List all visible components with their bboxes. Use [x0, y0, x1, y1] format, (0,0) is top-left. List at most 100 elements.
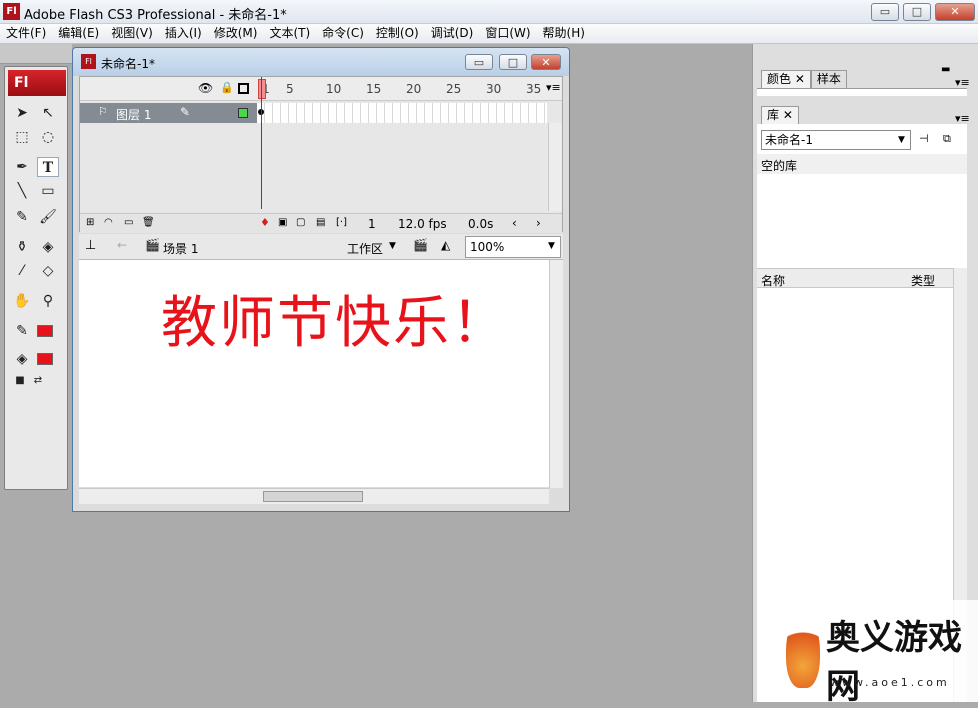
library-menu-icon[interactable]: ▾≡ — [955, 112, 970, 125]
document-titlebar: Fl 未命名-1* ▭ □ ✕ — [73, 48, 569, 76]
line-tool-icon[interactable]: ╲ — [11, 181, 33, 201]
zoom-chevron-icon: ▼ — [548, 241, 555, 251]
document-icon: Fl — [81, 54, 96, 69]
scene-icon: 🎬 — [145, 238, 160, 252]
new-library-panel-icon[interactable]: ⧉ — [943, 132, 951, 146]
menu-window[interactable]: 窗口(W) — [479, 24, 536, 43]
stroke-color-swatch[interactable] — [37, 325, 53, 337]
column-type[interactable]: 类型 — [911, 272, 935, 289]
color-tabs: 颜色 ✕ 样本 — [761, 70, 847, 88]
panel-menu-icon[interactable]: ▾≡ — [955, 76, 970, 89]
zoom-select[interactable]: 100% ▼ — [465, 236, 561, 258]
swap-colors-icon[interactable]: ⇄ — [27, 371, 49, 391]
menu-text[interactable]: 文本(T) — [263, 24, 316, 43]
fill-color-swatch[interactable] — [37, 353, 53, 365]
frame-number: 20 — [406, 82, 422, 96]
timeline-toggle-icon[interactable]: ⊥ — [85, 238, 96, 253]
hscroll-thumb[interactable] — [263, 491, 363, 502]
text-tool-icon[interactable]: T — [37, 157, 59, 177]
stage[interactable]: 教师节快乐！ — [79, 260, 549, 487]
tab-swatches[interactable]: 样本 — [810, 70, 847, 88]
layer-row[interactable]: ⚐ 图层 1 ✎ — [80, 103, 548, 123]
onion-outline-icon[interactable]: ▢ — [296, 217, 305, 228]
edit-bar: ⊥ ← 🎬 场景 1 工作区 ▼ 🎬 ◭ 100% ▼ — [79, 234, 563, 260]
pen-tool-icon[interactable]: ✒ — [11, 157, 33, 177]
tab-color-label: 颜色 — [767, 72, 792, 86]
stage-vscroll[interactable] — [549, 260, 563, 488]
hand-tool-icon[interactable]: ✋ — [11, 291, 33, 311]
tab-color[interactable]: 颜色 ✕ — [761, 70, 811, 88]
delete-layer-icon[interactable]: 🗑 — [142, 217, 155, 228]
rectangle-tool-icon[interactable]: ▭ — [37, 181, 59, 201]
doc-minimize-button[interactable]: ▭ — [465, 54, 493, 70]
subselection-tool-icon[interactable]: ↖ — [37, 103, 59, 123]
outline-icon[interactable] — [238, 83, 249, 94]
layer-color-icon[interactable] — [238, 108, 248, 118]
add-motion-guide-icon[interactable]: ◠ — [104, 217, 113, 228]
add-folder-icon[interactable]: ▭ — [124, 217, 133, 228]
document-window: Fl 未命名-1* ▭ □ ✕ 👁 🔒 1 5 10 15 20 25 30 3… — [72, 47, 570, 512]
scene-name[interactable]: 场景 1 — [163, 240, 198, 257]
menu-view[interactable]: 视图(V) — [105, 24, 159, 43]
frame-cells[interactable] — [257, 103, 547, 123]
center-frame-icon[interactable]: ♦ — [260, 216, 270, 229]
panel-collapse-icon[interactable]: ▬ — [941, 64, 950, 75]
empty-library-label: 空的库 — [761, 159, 798, 173]
edit-scene-icon[interactable]: 🎬 — [413, 238, 428, 252]
eye-icon[interactable]: 👁 — [198, 81, 213, 95]
library-document-select[interactable]: 未命名-1 ▼ — [761, 130, 911, 150]
stage-text[interactable]: 教师节快乐！ — [161, 278, 509, 359]
stage-hscroll[interactable] — [79, 488, 549, 504]
tools-panel-grip[interactable] — [0, 44, 72, 64]
frame-number: 35 — [526, 82, 542, 96]
lock-icon[interactable]: 🔒 — [220, 81, 234, 94]
frame-rate: 12.0 fps — [398, 217, 447, 231]
doc-close-button[interactable]: ✕ — [531, 54, 561, 70]
onion-skin-icon[interactable]: ▣ — [278, 217, 287, 228]
scroll-right-icon[interactable]: › — [536, 216, 541, 230]
pin-library-icon[interactable]: ⊣ — [919, 132, 929, 145]
menu-edit[interactable]: 编辑(E) — [52, 24, 105, 43]
add-layer-icon[interactable]: ⊞ — [86, 217, 94, 228]
modify-markers-icon[interactable]: [·] — [336, 217, 347, 228]
doc-restore-button[interactable]: □ — [499, 54, 527, 70]
current-frame: 1 — [368, 217, 376, 231]
close-button[interactable]: ✕ — [935, 3, 975, 21]
menu-file[interactable]: 文件(F) — [0, 24, 52, 43]
zoom-value: 100% — [470, 240, 505, 254]
menu-modify[interactable]: 修改(M) — [208, 24, 264, 43]
tab-library[interactable]: 库 ✕ — [761, 106, 799, 124]
scroll-left-icon[interactable]: ‹ — [512, 216, 517, 230]
eyedropper-tool-icon[interactable]: ⁄ — [11, 261, 33, 281]
edit-symbol-icon[interactable]: ◭ — [441, 238, 450, 252]
selection-tool-icon[interactable]: ➤ — [11, 103, 33, 123]
back-arrow-icon[interactable]: ← — [117, 238, 127, 252]
menu-debug[interactable]: 调试(D) — [425, 24, 480, 43]
tools-panel: Fl ➤ ↖ ⬚ ◌ ✒ T ╲ ▭ ✎ 🖌 ⚱ ◈ ⁄ ◇ ✋ ⚲ ✎ ◈ ■… — [4, 66, 68, 490]
timeline-vscroll[interactable] — [548, 123, 562, 211]
playhead-marker[interactable] — [258, 79, 266, 99]
maximize-button[interactable]: □ — [903, 3, 931, 21]
eraser-tool-icon[interactable]: ◇ — [37, 261, 59, 281]
menu-control[interactable]: 控制(O) — [370, 24, 425, 43]
lasso-tool-icon[interactable]: ◌ — [37, 127, 59, 147]
edit-multiple-frames-icon[interactable]: ▤ — [316, 217, 325, 228]
pencil-tool-icon[interactable]: ✎ — [11, 207, 33, 227]
brush-tool-icon[interactable]: 🖌 — [37, 207, 59, 227]
workspace-dropdown[interactable]: 工作区 — [347, 240, 383, 257]
library-column-header: 名称 类型 — [757, 268, 953, 288]
free-transform-tool-icon[interactable]: ⬚ — [11, 127, 33, 147]
layer-name-cell[interactable]: ⚐ 图层 1 ✎ — [80, 103, 257, 123]
menu-insert[interactable]: 插入(I) — [159, 24, 208, 43]
column-name[interactable]: 名称 — [761, 272, 785, 289]
zoom-tool-icon[interactable]: ⚲ — [37, 291, 59, 311]
frame-number: 30 — [486, 82, 502, 96]
menu-commands[interactable]: 命令(C) — [316, 24, 370, 43]
menu-help[interactable]: 帮助(H) — [537, 24, 591, 43]
library-document-name: 未命名-1 — [765, 133, 813, 147]
paint-bucket-tool-icon[interactable]: ◈ — [37, 237, 59, 257]
chevron-down-icon[interactable]: ▼ — [389, 241, 396, 251]
minimize-button[interactable]: ▭ — [871, 3, 899, 21]
timeline-menu-icon[interactable]: ▾≡ — [546, 81, 561, 94]
ink-bottle-tool-icon[interactable]: ⚱ — [11, 237, 33, 257]
